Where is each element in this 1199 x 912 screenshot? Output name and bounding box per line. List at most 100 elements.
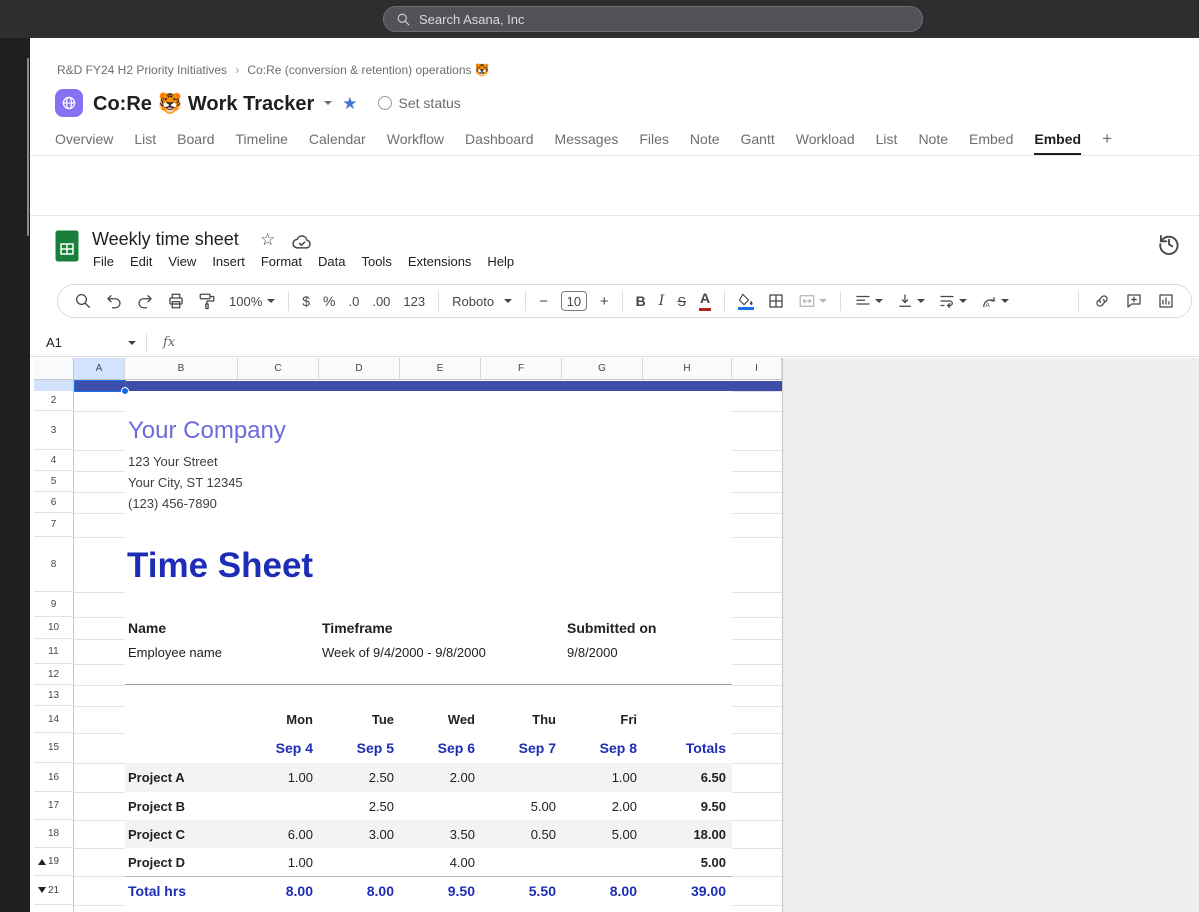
row-header-19[interactable]: 19 (34, 848, 74, 876)
column-header-H[interactable]: H (643, 358, 732, 380)
cell-value[interactable]: 2.00 (553, 792, 637, 820)
submitted-on-label[interactable]: Submitted on (567, 620, 656, 636)
cell-value[interactable]: 5.00 (553, 820, 637, 848)
tab-list-1[interactable]: List (134, 125, 156, 155)
tab-messages-7[interactable]: Messages (555, 125, 619, 155)
tab-workload-11[interactable]: Workload (796, 125, 855, 155)
bold-button[interactable]: B (636, 293, 646, 309)
tab-overview-0[interactable]: Overview (55, 125, 113, 155)
row-header-partial[interactable] (34, 905, 74, 912)
row-header-14[interactable]: 14 (34, 706, 74, 733)
row-header-5[interactable]: 5 (34, 471, 74, 492)
row-header-17[interactable]: 17 (34, 792, 74, 820)
total-value[interactable]: 5.50 (472, 876, 556, 905)
total-hrs-label[interactable]: Total hrs (128, 876, 238, 905)
menu-help[interactable]: Help (479, 251, 522, 272)
breadcrumb-item-project[interactable]: Co:Re (conversion & retention) operation… (247, 63, 489, 77)
more-formats-button[interactable]: 123 (403, 294, 425, 309)
tab-note-9[interactable]: Note (690, 125, 720, 155)
cell-value[interactable]: 6.00 (229, 820, 313, 848)
cell-value[interactable]: 2.00 (391, 763, 475, 792)
column-header-D[interactable]: D (319, 358, 400, 380)
header-band-row[interactable] (74, 381, 782, 391)
project-globe-icon[interactable] (55, 89, 83, 117)
print-icon[interactable] (167, 292, 185, 310)
tab-timeline-3[interactable]: Timeline (236, 125, 288, 155)
document-title[interactable]: Weekly time sheet (92, 229, 239, 250)
cell-value[interactable]: 4.00 (391, 848, 475, 876)
version-history-icon[interactable] (1156, 231, 1182, 257)
day-name-thu[interactable]: Thu (472, 706, 556, 733)
row-header-16[interactable]: 16 (34, 763, 74, 792)
project-total[interactable]: 9.50 (642, 792, 726, 820)
zoom-control[interactable]: 100% (229, 294, 275, 309)
timeframe-value[interactable]: Week of 9/4/2000 - 9/8/2000 (322, 645, 486, 660)
insert-link-icon[interactable] (1093, 292, 1111, 310)
insert-comment-icon[interactable] (1125, 292, 1143, 310)
day-date-2[interactable]: Sep 5 (310, 733, 394, 763)
row-header-13[interactable]: 13 (34, 685, 74, 706)
group-collapse-icon[interactable] (38, 859, 46, 865)
project-label[interactable]: Project C (128, 820, 233, 848)
menu-tools[interactable]: Tools (353, 251, 399, 272)
row-header-3[interactable]: 3 (34, 411, 74, 450)
cell-value[interactable]: 5.00 (472, 792, 556, 820)
grand-total[interactable]: 39.00 (642, 876, 726, 905)
day-name-wed[interactable]: Wed (391, 706, 475, 733)
undo-icon[interactable] (105, 292, 123, 310)
redo-icon[interactable] (136, 292, 154, 310)
cell-value[interactable]: 2.50 (310, 792, 394, 820)
menu-extensions[interactable]: Extensions (400, 251, 480, 272)
breadcrumb-item-portfolio[interactable]: R&D FY24 H2 Priority Initiatives (57, 63, 227, 77)
row-header-8[interactable]: 8 (34, 537, 74, 592)
insert-chart-icon[interactable] (1157, 292, 1175, 310)
font-size-input[interactable]: 10 (561, 291, 587, 311)
tab-calendar-4[interactable]: Calendar (309, 125, 366, 155)
vertical-align-button[interactable] (896, 292, 925, 310)
row-header-4[interactable]: 4 (34, 450, 74, 471)
decrease-font-size-button[interactable]: − (539, 293, 548, 310)
set-status-button[interactable]: Set status (378, 95, 461, 111)
tab-note-13[interactable]: Note (918, 125, 948, 155)
favorite-star-icon[interactable]: ★ (342, 95, 357, 112)
totals-header[interactable]: Totals (642, 733, 726, 763)
company-phone[interactable]: (123) 456-7890 (128, 496, 217, 511)
font-selector[interactable]: Roboto (452, 294, 512, 309)
timeframe-label[interactable]: Timeframe (322, 620, 393, 636)
title-chevron-down-icon[interactable] (324, 101, 332, 105)
tab-gantt-10[interactable]: Gantt (741, 125, 775, 155)
total-value[interactable]: 8.00 (310, 876, 394, 905)
row-header-10[interactable]: 10 (34, 617, 74, 639)
project-total[interactable]: 18.00 (642, 820, 726, 848)
column-header-G[interactable]: G (562, 358, 643, 380)
day-date-4[interactable]: Sep 7 (472, 733, 556, 763)
day-name-mon[interactable]: Mon (229, 706, 313, 733)
italic-button[interactable]: I (659, 293, 665, 309)
row-header-12[interactable]: 12 (34, 664, 74, 685)
project-total[interactable]: 6.50 (642, 763, 726, 792)
row-header-9[interactable]: 9 (34, 592, 74, 617)
add-tab-button[interactable]: + (1102, 125, 1112, 155)
sidebar-scrollbar[interactable] (27, 58, 29, 236)
menu-format[interactable]: Format (253, 251, 310, 272)
submitted-on-value[interactable]: 9/8/2000 (567, 645, 618, 660)
row-header-15[interactable]: 15 (34, 733, 74, 763)
format-currency-button[interactable]: $ (302, 293, 310, 309)
total-value[interactable]: 8.00 (553, 876, 637, 905)
group-expand-icon[interactable] (38, 887, 46, 893)
global-search-input[interactable]: Search Asana, Inc (383, 6, 923, 32)
text-wrap-button[interactable] (938, 292, 967, 310)
day-date-5[interactable]: Sep 8 (553, 733, 637, 763)
selection-fill-handle[interactable] (121, 387, 129, 395)
column-header-I[interactable]: I (732, 358, 782, 380)
tab-board-2[interactable]: Board (177, 125, 214, 155)
cell-value[interactable]: 0.50 (472, 820, 556, 848)
column-header-E[interactable]: E (400, 358, 481, 380)
menu-view[interactable]: View (160, 251, 204, 272)
row-header-2[interactable]: 2 (34, 391, 74, 411)
column-header-F[interactable]: F (481, 358, 562, 380)
day-name-tue[interactable]: Tue (310, 706, 394, 733)
cell-name-box[interactable]: A1 (30, 335, 136, 350)
tab-files-8[interactable]: Files (639, 125, 669, 155)
decrease-decimal-button[interactable]: .0 (349, 294, 360, 309)
